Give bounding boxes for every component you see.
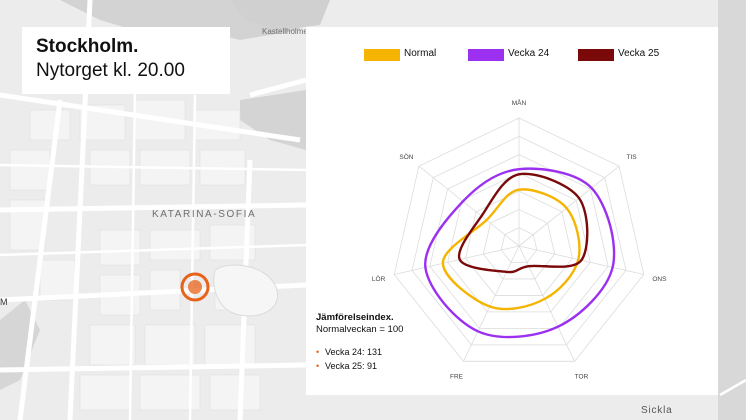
time-subtitle: Nytorget kl. 20.00 [36, 60, 185, 81]
axis-label: MÅN [512, 98, 527, 107]
map-water [718, 0, 746, 420]
note-item-text: Vecka 24: 131 [325, 347, 383, 357]
note-item-text: Vecka 25: 91 [325, 361, 378, 371]
note-item-vecka-25: • Vecka 25: 91 [316, 361, 446, 371]
axis-label: SÖN [399, 153, 413, 161]
note-heading: Jämförelseindex. [316, 312, 394, 323]
axis-label: FRE [450, 374, 464, 381]
note-list: • Vecka 24: 131 • Vecka 25: 91 [316, 347, 446, 371]
index-note: Jämförelseindex. Normalveckan = 100 • Vec… [316, 312, 446, 375]
axis-label: TIS [627, 154, 638, 161]
grid-spoke [518, 245, 575, 362]
axis-label: TOR [575, 374, 589, 381]
landmark-label: Kastellholmen [262, 27, 313, 36]
note-baseline: Normalveckan = 100 [316, 324, 404, 335]
axis-label: LÖR [372, 275, 386, 283]
city-title: Stockholm. [36, 36, 139, 57]
edge-label: M [0, 297, 8, 307]
corner-label: Sickla [641, 405, 673, 416]
district-label: KATARINA-SOFIA [152, 209, 257, 220]
grid-spoke [463, 245, 520, 362]
series-line-normal [441, 188, 581, 311]
chart-panel: Normal Vecka 24 Vecka 25 MÅN TIS ONS TOR FRE… [306, 27, 718, 395]
axis-label: ONS [652, 276, 667, 283]
bullet-icon: • [316, 347, 320, 357]
title-card: Stockholm. Nytorget kl. 20.00 [22, 27, 230, 94]
bullet-icon: • [316, 361, 320, 371]
note-item-vecka-24: • Vecka 24: 131 [316, 347, 446, 357]
